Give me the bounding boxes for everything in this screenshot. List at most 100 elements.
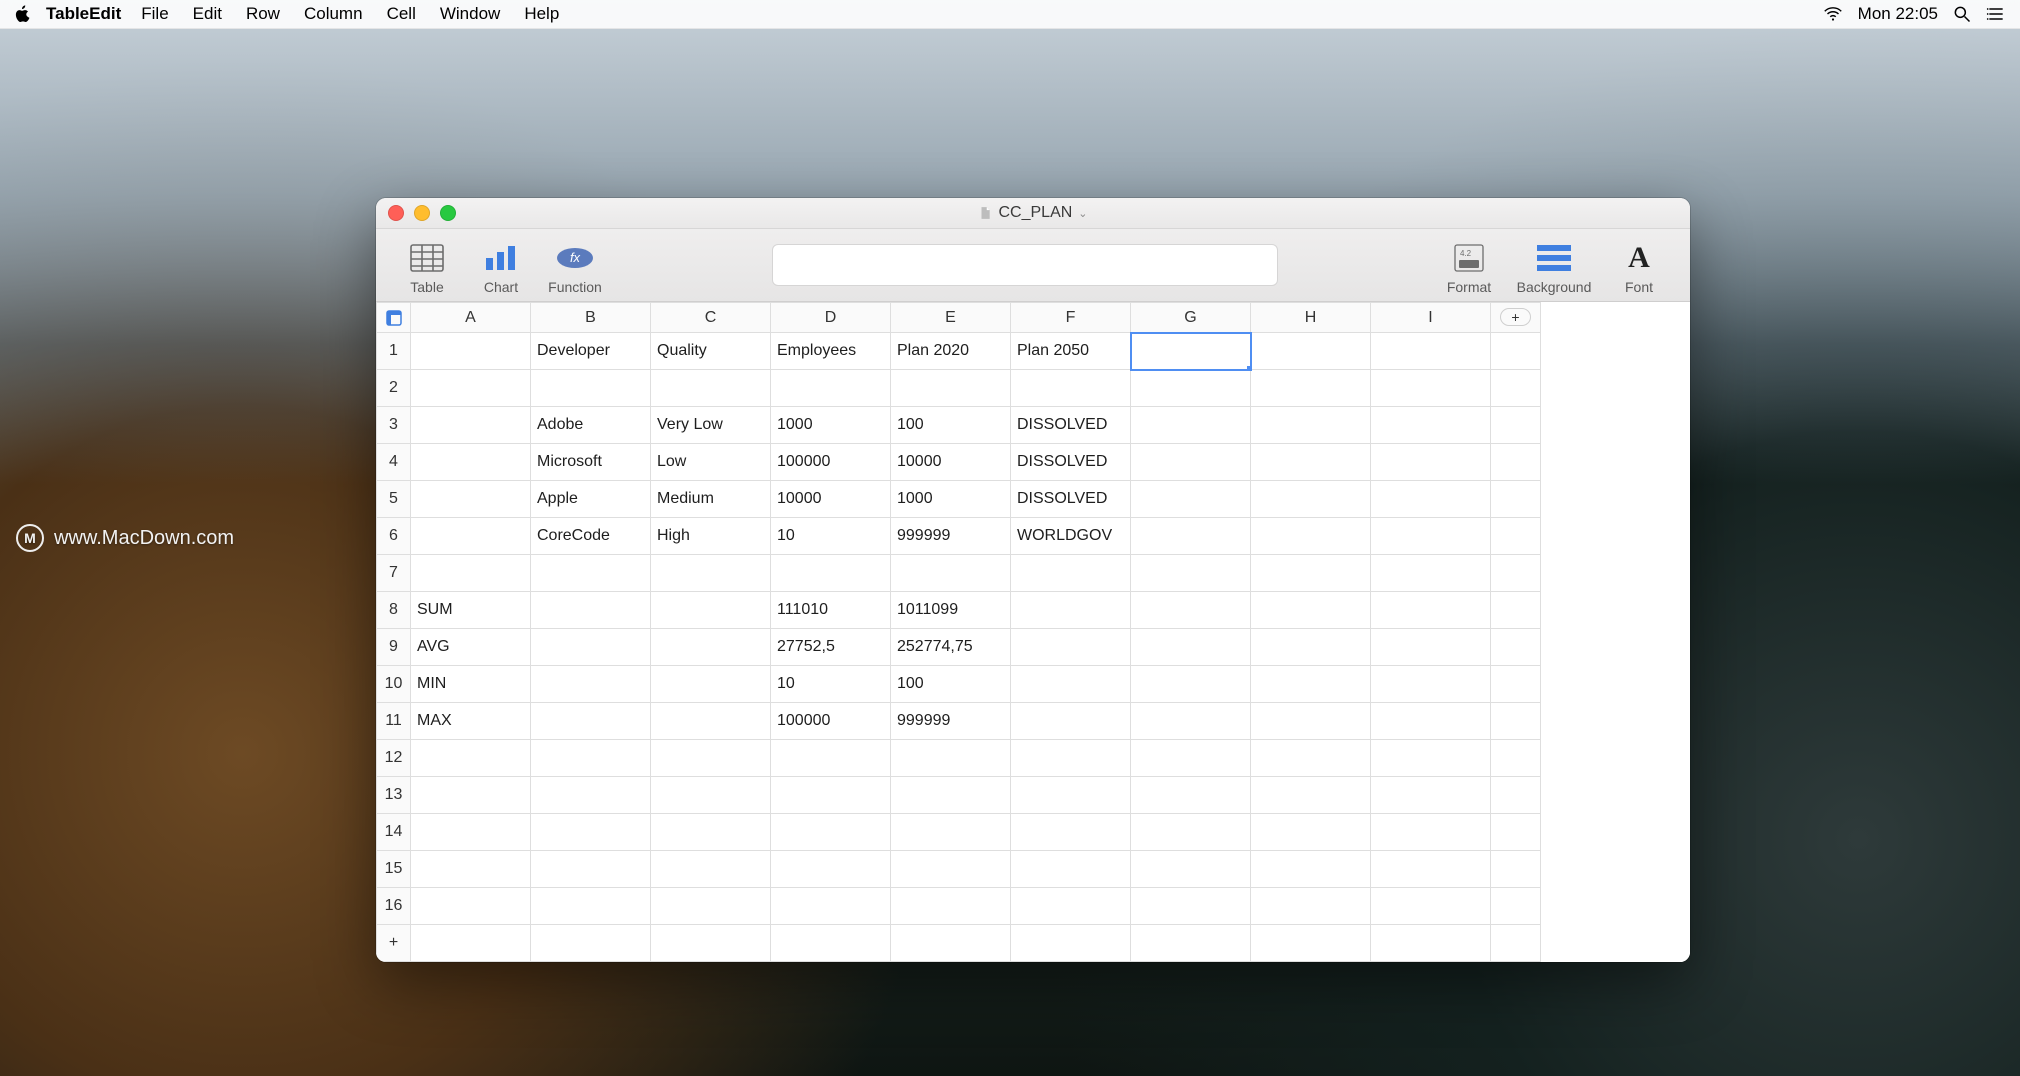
cell-A4[interactable] xyxy=(411,444,531,481)
cell-E11[interactable]: 999999 xyxy=(891,703,1011,740)
cell-I15[interactable] xyxy=(1371,851,1491,888)
row-header-12[interactable]: 12 xyxy=(377,740,411,777)
cell-G10[interactable] xyxy=(1131,666,1251,703)
window-titlebar[interactable]: CC_PLAN ⌄ xyxy=(376,198,1690,229)
cell-C5[interactable]: Medium xyxy=(651,481,771,518)
cell-A15[interactable] xyxy=(411,851,531,888)
add-column-button[interactable]: + xyxy=(1491,303,1541,333)
cell-E13[interactable] xyxy=(891,777,1011,814)
cell-E2[interactable] xyxy=(891,370,1011,407)
cell-F11[interactable] xyxy=(1011,703,1131,740)
wifi-icon[interactable] xyxy=(1822,3,1844,25)
cell-E16[interactable] xyxy=(891,888,1011,925)
cell-C7[interactable] xyxy=(651,555,771,592)
add-row-button[interactable]: + xyxy=(377,925,411,962)
cell-F10[interactable] xyxy=(1011,666,1131,703)
cell-C13[interactable] xyxy=(651,777,771,814)
cell-E8[interactable]: 1011099 xyxy=(891,592,1011,629)
cell-F12[interactable] xyxy=(1011,740,1131,777)
cell-E5[interactable]: 1000 xyxy=(891,481,1011,518)
cell-F15[interactable] xyxy=(1011,851,1131,888)
cell-G11[interactable] xyxy=(1131,703,1251,740)
cell-E12[interactable] xyxy=(891,740,1011,777)
cell-A9[interactable]: AVG xyxy=(411,629,531,666)
row-header-6[interactable]: 6 xyxy=(377,518,411,555)
spreadsheet[interactable]: ABCDEFGHI+1DeveloperQualityEmployeesPlan… xyxy=(376,302,1690,962)
cell-D13[interactable] xyxy=(771,777,891,814)
menu-window[interactable]: Window xyxy=(440,4,500,24)
cell-H12[interactable] xyxy=(1251,740,1371,777)
cell-G1[interactable] xyxy=(1131,333,1251,370)
cell-E15[interactable] xyxy=(891,851,1011,888)
column-header-A[interactable]: A xyxy=(411,303,531,333)
cell-B5[interactable]: Apple xyxy=(531,481,651,518)
cell-F13[interactable] xyxy=(1011,777,1131,814)
menu-column[interactable]: Column xyxy=(304,4,363,24)
cell-B3[interactable]: Adobe xyxy=(531,407,651,444)
cell-F1[interactable]: Plan 2050 xyxy=(1011,333,1131,370)
cell-C2[interactable] xyxy=(651,370,771,407)
cell-C15[interactable] xyxy=(651,851,771,888)
cell-C12[interactable] xyxy=(651,740,771,777)
cell-G3[interactable] xyxy=(1131,407,1251,444)
cell-H10[interactable] xyxy=(1251,666,1371,703)
cell-H2[interactable] xyxy=(1251,370,1371,407)
cell-I2[interactable] xyxy=(1371,370,1491,407)
row-header-15[interactable]: 15 xyxy=(377,851,411,888)
cell-B1[interactable]: Developer xyxy=(531,333,651,370)
cell-A10[interactable]: MIN xyxy=(411,666,531,703)
cell-I7[interactable] xyxy=(1371,555,1491,592)
cell-F4[interactable]: DISSOLVED xyxy=(1011,444,1131,481)
cell-A7[interactable] xyxy=(411,555,531,592)
cell-F5[interactable]: DISSOLVED xyxy=(1011,481,1131,518)
column-header-C[interactable]: C xyxy=(651,303,771,333)
cell-D12[interactable] xyxy=(771,740,891,777)
cell-C9[interactable] xyxy=(651,629,771,666)
cell-G8[interactable] xyxy=(1131,592,1251,629)
cell-G9[interactable] xyxy=(1131,629,1251,666)
menu-edit[interactable]: Edit xyxy=(193,4,222,24)
cell-C3[interactable]: Very Low xyxy=(651,407,771,444)
cell-I13[interactable] xyxy=(1371,777,1491,814)
cell-D4[interactable]: 100000 xyxy=(771,444,891,481)
cell-D16[interactable] xyxy=(771,888,891,925)
cell-D11[interactable]: 100000 xyxy=(771,703,891,740)
row-header-16[interactable]: 16 xyxy=(377,888,411,925)
row-header-11[interactable]: 11 xyxy=(377,703,411,740)
cell-B7[interactable] xyxy=(531,555,651,592)
toolbar-background-button[interactable]: Background xyxy=(1506,235,1602,295)
row-header-7[interactable]: 7 xyxy=(377,555,411,592)
menu-row[interactable]: Row xyxy=(246,4,280,24)
cell-B12[interactable] xyxy=(531,740,651,777)
cell-E6[interactable]: 999999 xyxy=(891,518,1011,555)
cell-B10[interactable] xyxy=(531,666,651,703)
cell-H16[interactable] xyxy=(1251,888,1371,925)
cell-I1[interactable] xyxy=(1371,333,1491,370)
cell-G13[interactable] xyxy=(1131,777,1251,814)
cell-D1[interactable]: Employees xyxy=(771,333,891,370)
menu-cell[interactable]: Cell xyxy=(387,4,416,24)
cell-H14[interactable] xyxy=(1251,814,1371,851)
cell-D10[interactable]: 10 xyxy=(771,666,891,703)
cell-D5[interactable]: 10000 xyxy=(771,481,891,518)
cell-F7[interactable] xyxy=(1011,555,1131,592)
cell-G2[interactable] xyxy=(1131,370,1251,407)
toolbar-table-button[interactable]: Table xyxy=(390,235,464,295)
cell-B9[interactable] xyxy=(531,629,651,666)
cell-H9[interactable] xyxy=(1251,629,1371,666)
cell-B13[interactable] xyxy=(531,777,651,814)
cell-A16[interactable] xyxy=(411,888,531,925)
cell-C8[interactable] xyxy=(651,592,771,629)
cell-D7[interactable] xyxy=(771,555,891,592)
cell-D15[interactable] xyxy=(771,851,891,888)
cell-E10[interactable]: 100 xyxy=(891,666,1011,703)
cell-F6[interactable]: WORLDGOV xyxy=(1011,518,1131,555)
cell-B15[interactable] xyxy=(531,851,651,888)
cell-E7[interactable] xyxy=(891,555,1011,592)
menubar-clock[interactable]: Mon 22:05 xyxy=(1858,4,1938,24)
cell-C16[interactable] xyxy=(651,888,771,925)
cell-G7[interactable] xyxy=(1131,555,1251,592)
cell-I3[interactable] xyxy=(1371,407,1491,444)
column-header-G[interactable]: G xyxy=(1131,303,1251,333)
window-title[interactable]: CC_PLAN ⌄ xyxy=(376,204,1690,222)
